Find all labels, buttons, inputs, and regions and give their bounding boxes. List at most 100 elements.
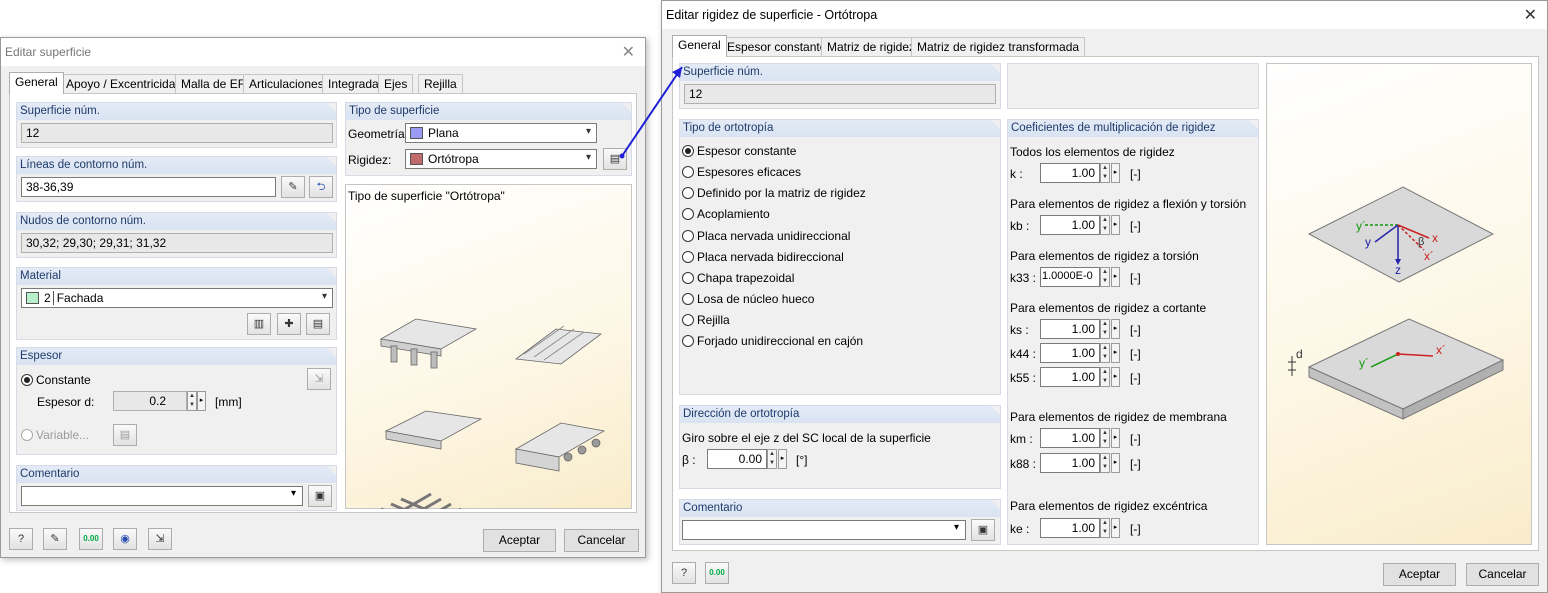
updown-icon[interactable]: ▲ ▼ — [1100, 518, 1110, 538]
right-icon[interactable]: ▸ — [1111, 319, 1120, 339]
radio-defined-by-matrix[interactable]: Definido por la matriz de rigidez — [682, 186, 866, 200]
close-icon[interactable]: ✕ — [622, 42, 635, 62]
comment-select[interactable] — [21, 486, 303, 506]
updown-icon[interactable]: ▲ ▼ — [1100, 267, 1110, 287]
k55-spinner[interactable]: 1.00 ▲ ▼ ▸ — [1040, 367, 1125, 387]
updown-icon[interactable]: ▲ ▼ — [1100, 428, 1110, 448]
updown-icon[interactable]: ▲ ▼ — [1100, 343, 1110, 363]
k-spinner[interactable]: 1.00 ▲ ▼ ▸ — [1040, 163, 1125, 183]
tab-hinges[interactable]: Articulaciones — [243, 74, 330, 93]
radio-constant-thickness[interactable]: Espesor constante — [682, 144, 796, 158]
updown-icon[interactable]: ▲ ▼ — [1100, 319, 1110, 339]
k33-spinner[interactable]: 1.0000E-0 ▲ ▼ ▸ — [1040, 267, 1125, 287]
thickness-value[interactable]: 0.2 — [113, 391, 187, 411]
tab-axes[interactable]: Ejes — [378, 74, 414, 93]
units-icon[interactable]: 0.00 — [705, 562, 729, 584]
radio-coupling[interactable]: Acoplamiento — [682, 207, 770, 221]
comment-select[interactable] — [682, 520, 966, 540]
help-icon[interactable]: ? — [672, 562, 696, 584]
thickness-pick-icon[interactable]: ⇲ — [307, 368, 331, 390]
variable-edit-icon[interactable]: ▤ — [113, 424, 137, 446]
beta-updown-icon[interactable]: ▲ ▼ — [767, 449, 777, 469]
comment-library-icon[interactable]: ▣ — [308, 485, 332, 507]
kb-spinner[interactable]: 1.00 ▲ ▼ ▸ — [1040, 215, 1125, 235]
help-icon[interactable]: ? — [9, 528, 33, 550]
updown-icon[interactable]: ▲ ▼ — [1100, 215, 1110, 235]
constant-radio[interactable]: Constante — [21, 373, 91, 387]
tab-fe-mesh[interactable]: Malla de EF — [175, 74, 252, 93]
right-icon[interactable]: ▸ — [1111, 267, 1120, 287]
ok-button[interactable]: Aceptar — [1383, 563, 1456, 586]
ks-unit: [-] — [1130, 323, 1141, 337]
k44-spinner[interactable]: 1.00 ▲ ▼ ▸ — [1040, 343, 1125, 363]
ke-value[interactable]: 1.00 — [1040, 518, 1100, 538]
edit-icon[interactable]: ✎ — [43, 528, 67, 550]
tab-integrated[interactable]: Integrada — [322, 74, 385, 93]
radio-bidirectional-ribbed[interactable]: Placa nervada bidireccional — [682, 250, 844, 264]
km-value[interactable]: 1.00 — [1040, 428, 1100, 448]
tab-constant-thickness[interactable]: Espesor constante — [721, 37, 833, 56]
boundary-lines-input[interactable]: 38-36,39 — [21, 177, 276, 197]
tab-support-eccentricity[interactable]: Apoyo / Excentricidad — [60, 74, 189, 93]
k44-value[interactable]: 1.00 — [1040, 343, 1100, 363]
updown-icon[interactable]: ▲ ▼ — [1100, 163, 1110, 183]
variable-radio[interactable]: Variable... — [21, 428, 89, 442]
k55-value[interactable]: 1.00 — [1040, 367, 1100, 387]
pick-lines-icon[interactable]: ✎ — [281, 176, 305, 198]
updown-icon[interactable]: ▲ ▼ — [1100, 367, 1110, 387]
chevron-down-icon: ▾ — [321, 291, 327, 302]
right-icon[interactable]: ▸ — [1111, 343, 1120, 363]
radio-effective-thickness[interactable]: Espesores eficaces — [682, 165, 801, 179]
beta-spinner[interactable]: 0.00 ▲ ▼ ▸ — [707, 449, 792, 469]
radio-unidirectional-ribbed[interactable]: Placa nervada unidireccional — [682, 229, 850, 243]
k-value[interactable]: 1.00 — [1040, 163, 1100, 183]
stiffness-select[interactable]: Ortótropa ▾ — [405, 149, 597, 169]
thickness-spinner[interactable]: 0.2 ▲ ▼ ▸ — [113, 391, 209, 411]
kb-value[interactable]: 1.00 — [1040, 215, 1100, 235]
k33-value[interactable]: 1.0000E-0 — [1040, 267, 1100, 287]
edit-stiffness-icon[interactable]: ▤ — [603, 148, 627, 170]
view-icon[interactable]: ◉ — [113, 528, 137, 550]
tab-general[interactable]: General — [9, 72, 64, 94]
ke-spinner[interactable]: 1.00 ▲ ▼ ▸ — [1040, 518, 1125, 538]
radio-hollow-core[interactable]: Losa de núcleo hueco — [682, 292, 814, 306]
close-icon[interactable]: ✕ — [1524, 5, 1537, 25]
radio-box-slab[interactable]: Forjado unidireccional en cajón — [682, 334, 863, 348]
tab-stiffness-matrix[interactable]: Matriz de rigidez — [821, 37, 922, 56]
right-icon[interactable]: ▸ — [1111, 518, 1120, 538]
k88-value[interactable]: 1.00 — [1040, 453, 1100, 473]
km-spinner[interactable]: 1.00 ▲ ▼ ▸ — [1040, 428, 1125, 448]
right-icon[interactable]: ▸ — [1111, 453, 1120, 473]
new-material-icon[interactable]: ✚ — [277, 313, 301, 335]
thickness-updown-icon[interactable]: ▲ ▼ — [187, 391, 197, 411]
geometry-select[interactable]: Plana ▾ — [405, 123, 597, 143]
reverse-icon[interactable]: ⮌ — [309, 176, 333, 198]
right-icon[interactable]: ▸ — [1111, 428, 1120, 448]
ok-button[interactable]: Aceptar — [483, 529, 556, 552]
k88-spinner[interactable]: 1.00 ▲ ▼ ▸ — [1040, 453, 1125, 473]
beta-value[interactable]: 0.00 — [707, 449, 767, 469]
tab-general[interactable]: General — [672, 35, 727, 57]
pick-icon[interactable]: ⇲ — [148, 528, 172, 550]
thickness-right-icon[interactable]: ▸ — [197, 391, 206, 411]
right-icon[interactable]: ▸ — [1111, 215, 1120, 235]
tab-transformed-stiffness-matrix[interactable]: Matriz de rigidez transformada — [911, 37, 1086, 56]
material-library-icon[interactable]: ▥ — [247, 313, 271, 335]
tab-grid[interactable]: Rejilla — [418, 74, 463, 93]
cancel-button[interactable]: Cancelar — [1466, 563, 1539, 586]
boundary-nodes-field: 30,32; 29,30; 29,31; 31,32 — [21, 233, 333, 253]
general-pane: Superficie núm. 12 Líneas de contorno nú… — [9, 93, 637, 513]
updown-icon[interactable]: ▲ ▼ — [1100, 453, 1110, 473]
material-select[interactable]: 2 Fachada ▾ — [21, 288, 333, 308]
ks-value[interactable]: 1.00 — [1040, 319, 1100, 339]
radio-grid[interactable]: Rejilla — [682, 313, 730, 327]
cancel-button[interactable]: Cancelar — [564, 529, 639, 552]
edit-material-icon[interactable]: ▤ — [306, 313, 330, 335]
ks-spinner[interactable]: 1.00 ▲ ▼ ▸ — [1040, 319, 1125, 339]
radio-trapezoidal-sheet[interactable]: Chapa trapezoidal — [682, 271, 794, 285]
right-icon[interactable]: ▸ — [1111, 163, 1120, 183]
comment-library-icon[interactable]: ▣ — [971, 519, 995, 541]
beta-right-icon[interactable]: ▸ — [778, 449, 787, 469]
right-icon[interactable]: ▸ — [1111, 367, 1120, 387]
units-icon[interactable]: 0.00 — [79, 528, 103, 550]
